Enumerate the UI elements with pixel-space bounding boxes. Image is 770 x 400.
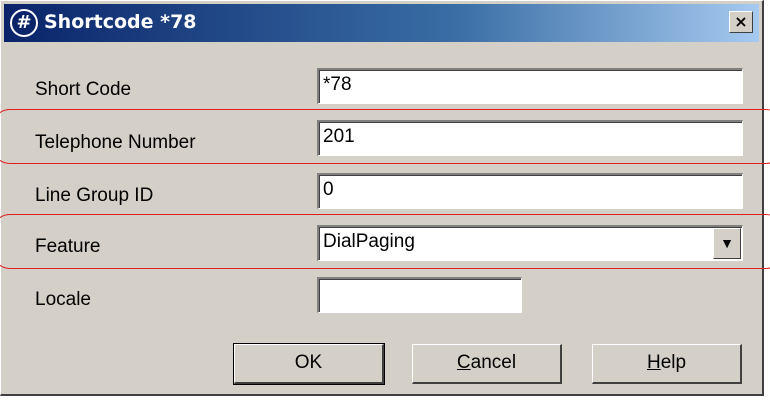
telephone-number-label: Telephone Number xyxy=(35,132,196,153)
short-code-input[interactable]: *78 xyxy=(317,68,743,104)
ok-button-label: OK xyxy=(294,352,323,373)
cancel-button-label: ancel xyxy=(470,352,517,373)
locale-label: Locale xyxy=(35,289,91,310)
chevron-down-icon: ▼ xyxy=(720,235,734,251)
title-bar[interactable]: # Shortcode *78 × xyxy=(4,4,759,42)
help-accelerator: H xyxy=(646,352,661,373)
locale-input[interactable] xyxy=(317,277,522,313)
shortcode-dialog: # Shortcode *78 × Short Code *78 Telepho… xyxy=(0,0,764,396)
cancel-accelerator: C xyxy=(456,352,471,373)
feature-select[interactable]: DialPaging ▼ xyxy=(317,225,743,261)
window-title: Shortcode *78 xyxy=(44,11,197,33)
close-button[interactable]: × xyxy=(729,11,753,33)
help-button-label: elp xyxy=(660,352,687,373)
line-group-id-label: Line Group ID xyxy=(35,185,154,206)
close-icon: × xyxy=(734,12,748,31)
dropdown-arrow-button[interactable]: ▼ xyxy=(713,228,741,259)
telephone-number-input[interactable]: 201 xyxy=(317,120,743,156)
short-code-label: Short Code xyxy=(35,79,132,100)
feature-label: Feature xyxy=(35,236,101,257)
ok-button[interactable]: OK xyxy=(233,343,385,385)
line-group-id-input[interactable]: 0 xyxy=(317,173,743,209)
cancel-button[interactable]: Cancel xyxy=(412,344,562,384)
feature-selected-value: DialPaging xyxy=(323,231,415,252)
hash-icon: # xyxy=(10,9,38,37)
help-button[interactable]: Help xyxy=(592,344,742,384)
